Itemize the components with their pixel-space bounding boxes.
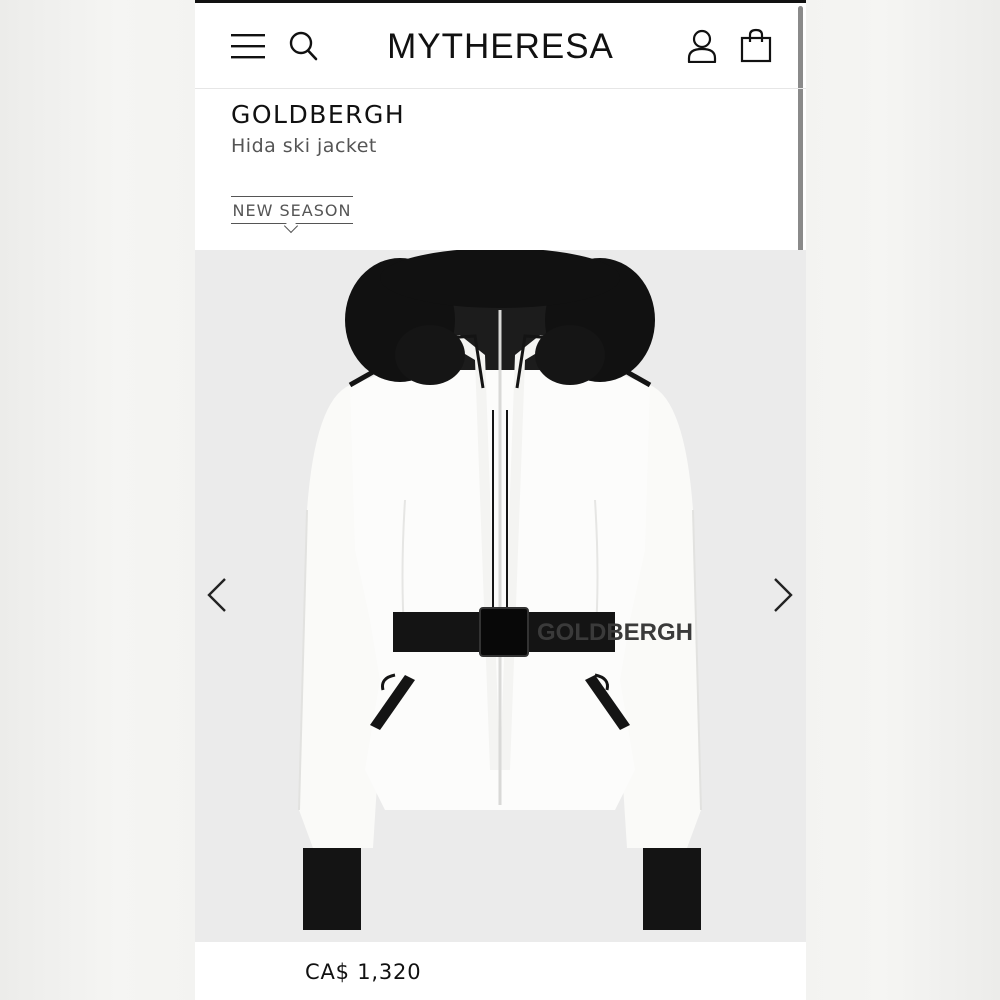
background-left bbox=[0, 0, 195, 1000]
chevron-right-icon[interactable] bbox=[769, 575, 797, 615]
product-price: CA$ 1,320 bbox=[305, 960, 422, 984]
belt-branding: GOLDBERGH bbox=[537, 619, 693, 646]
phone-screen: MYTHERESA GOLDBERGH Hida ski jacket NEW … bbox=[195, 0, 806, 1000]
product-gallery[interactable]: GOLDBERGH bbox=[195, 250, 806, 942]
product-info: GOLDBERGH Hida ski jacket bbox=[231, 100, 405, 157]
background-right bbox=[805, 0, 1000, 1000]
chevron-left-icon[interactable] bbox=[203, 575, 231, 615]
product-image[interactable]: GOLDBERGH bbox=[285, 250, 715, 942]
product-name: Hida ski jacket bbox=[231, 135, 377, 157]
account-icon[interactable] bbox=[686, 29, 718, 63]
site-header: MYTHERESA bbox=[195, 3, 806, 89]
shopping-bag-icon[interactable] bbox=[740, 28, 772, 63]
brand-name[interactable]: GOLDBERGH bbox=[231, 100, 405, 129]
